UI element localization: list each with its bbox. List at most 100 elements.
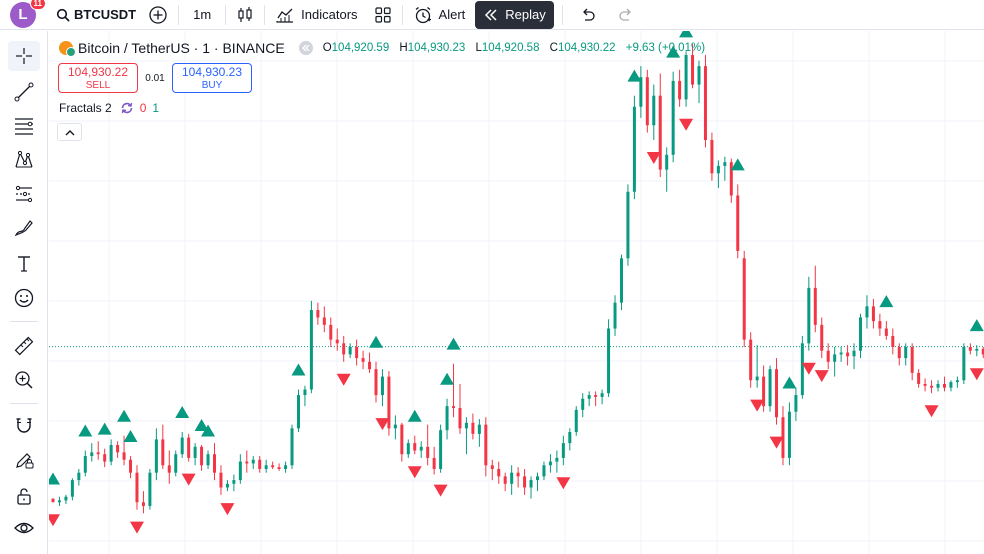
candle bbox=[942, 376, 946, 392]
symbol-name: BTCUSDT bbox=[74, 7, 137, 22]
drawing-toolbar bbox=[0, 31, 48, 554]
candle bbox=[135, 465, 139, 510]
candle bbox=[380, 369, 384, 407]
candle bbox=[103, 448, 107, 468]
fib-retracement-tool[interactable] bbox=[8, 111, 40, 141]
price-chart[interactable] bbox=[49, 31, 984, 554]
lock-drawings-tool[interactable] bbox=[8, 481, 40, 511]
price-change: +9.63 (+0.01%) bbox=[625, 42, 706, 54]
divider bbox=[264, 4, 266, 25]
candle bbox=[439, 424, 443, 473]
fractal-up-marker bbox=[446, 337, 461, 350]
candle bbox=[167, 450, 171, 484]
candle bbox=[348, 343, 352, 359]
redo-icon bbox=[619, 8, 631, 21]
candle bbox=[471, 413, 475, 440]
measure-tool[interactable] bbox=[8, 331, 40, 361]
candle bbox=[910, 343, 914, 381]
replay-button[interactable]: Replay bbox=[475, 0, 554, 29]
fractal-up-marker bbox=[78, 424, 93, 437]
fractal-up-marker bbox=[117, 409, 132, 422]
zoom-in-tool[interactable] bbox=[8, 365, 40, 395]
sell-button[interactable]: 104,930.22 SELL bbox=[58, 63, 138, 93]
candle bbox=[536, 472, 539, 492]
candle bbox=[736, 184, 740, 259]
indicators-button[interactable]: Indicators bbox=[269, 2, 363, 28]
fractal-up-marker bbox=[369, 335, 383, 348]
candle bbox=[787, 402, 791, 466]
text-tool[interactable] bbox=[8, 249, 40, 279]
candle bbox=[594, 391, 598, 407]
magnet-icon bbox=[16, 418, 32, 433]
candle bbox=[703, 55, 707, 148]
text-icon bbox=[18, 256, 30, 272]
fractal-up-marker bbox=[440, 372, 455, 385]
hide-series-icon[interactable] bbox=[298, 41, 313, 55]
sell-label: SELL bbox=[85, 80, 111, 91]
layouts-button[interactable] bbox=[368, 2, 398, 28]
trend-line-tool[interactable] bbox=[8, 77, 40, 107]
fractal-up-marker bbox=[97, 422, 112, 435]
candle bbox=[387, 371, 391, 436]
series-title[interactable]: Bitcoin / TetherUS · 1 · BINANCE bbox=[78, 40, 285, 56]
user-avatar[interactable]: L 11 bbox=[10, 0, 46, 28]
redo-button[interactable] bbox=[611, 2, 641, 28]
candle bbox=[833, 347, 837, 377]
indicator-legend[interactable]: Fractals 2 0 1 bbox=[59, 101, 159, 115]
undo-button[interactable] bbox=[573, 2, 603, 28]
candle bbox=[813, 265, 817, 333]
candle bbox=[871, 298, 875, 329]
candle bbox=[581, 393, 585, 418]
sell-price: 104,930.22 bbox=[67, 65, 129, 79]
pattern-tool[interactable] bbox=[8, 145, 40, 175]
candle bbox=[361, 350, 365, 370]
hide-drawings-tool[interactable] bbox=[8, 513, 40, 543]
candle bbox=[116, 441, 120, 458]
candle bbox=[187, 433, 191, 462]
candle bbox=[878, 313, 882, 336]
compare-symbol-button[interactable] bbox=[142, 2, 174, 28]
interval-button[interactable]: 1m bbox=[183, 2, 221, 28]
symbol-search-button[interactable]: BTCUSDT bbox=[50, 2, 142, 28]
crosshair-tool[interactable] bbox=[8, 41, 40, 71]
magnet-tool[interactable] bbox=[8, 411, 40, 441]
open-label: O bbox=[322, 42, 332, 54]
candle bbox=[775, 358, 779, 425]
candle bbox=[290, 424, 294, 469]
candle bbox=[497, 461, 501, 484]
candle bbox=[955, 376, 959, 388]
buy-button[interactable]: 104,930.23 BUY bbox=[172, 63, 252, 93]
chart-type-button[interactable] bbox=[230, 2, 260, 28]
candle bbox=[77, 468, 81, 486]
candle bbox=[484, 417, 488, 477]
forecast-tool[interactable] bbox=[8, 179, 40, 209]
candle bbox=[464, 417, 468, 455]
candle bbox=[193, 443, 197, 466]
fractal-up-marker bbox=[291, 363, 306, 376]
candles-icon bbox=[238, 6, 252, 22]
chart-pane[interactable]: Bitcoin / TetherUS · 1 · BINANCE O104,92… bbox=[49, 31, 984, 554]
candle bbox=[794, 387, 798, 421]
divider bbox=[178, 4, 180, 25]
smiley-icon bbox=[14, 288, 34, 308]
candle bbox=[678, 69, 682, 107]
alert-button[interactable]: Alert bbox=[407, 2, 472, 28]
candle bbox=[859, 313, 862, 359]
candle bbox=[419, 441, 423, 458]
emoji-tool[interactable] bbox=[8, 283, 40, 313]
candle bbox=[83, 450, 87, 477]
fractal-down-marker bbox=[924, 405, 939, 418]
collapse-legend-button[interactable] bbox=[57, 123, 82, 141]
candle bbox=[154, 428, 158, 481]
candle bbox=[277, 463, 281, 471]
grid-icon bbox=[374, 6, 391, 23]
candle bbox=[542, 461, 546, 481]
divider bbox=[401, 4, 403, 25]
pattern-icon bbox=[15, 150, 33, 168]
stay-in-drawing-mode-tool[interactable] bbox=[8, 445, 40, 475]
candle bbox=[755, 345, 759, 388]
candle bbox=[296, 389, 300, 433]
brush-tool[interactable] bbox=[8, 213, 40, 243]
candle bbox=[70, 478, 74, 501]
candle bbox=[180, 432, 184, 458]
